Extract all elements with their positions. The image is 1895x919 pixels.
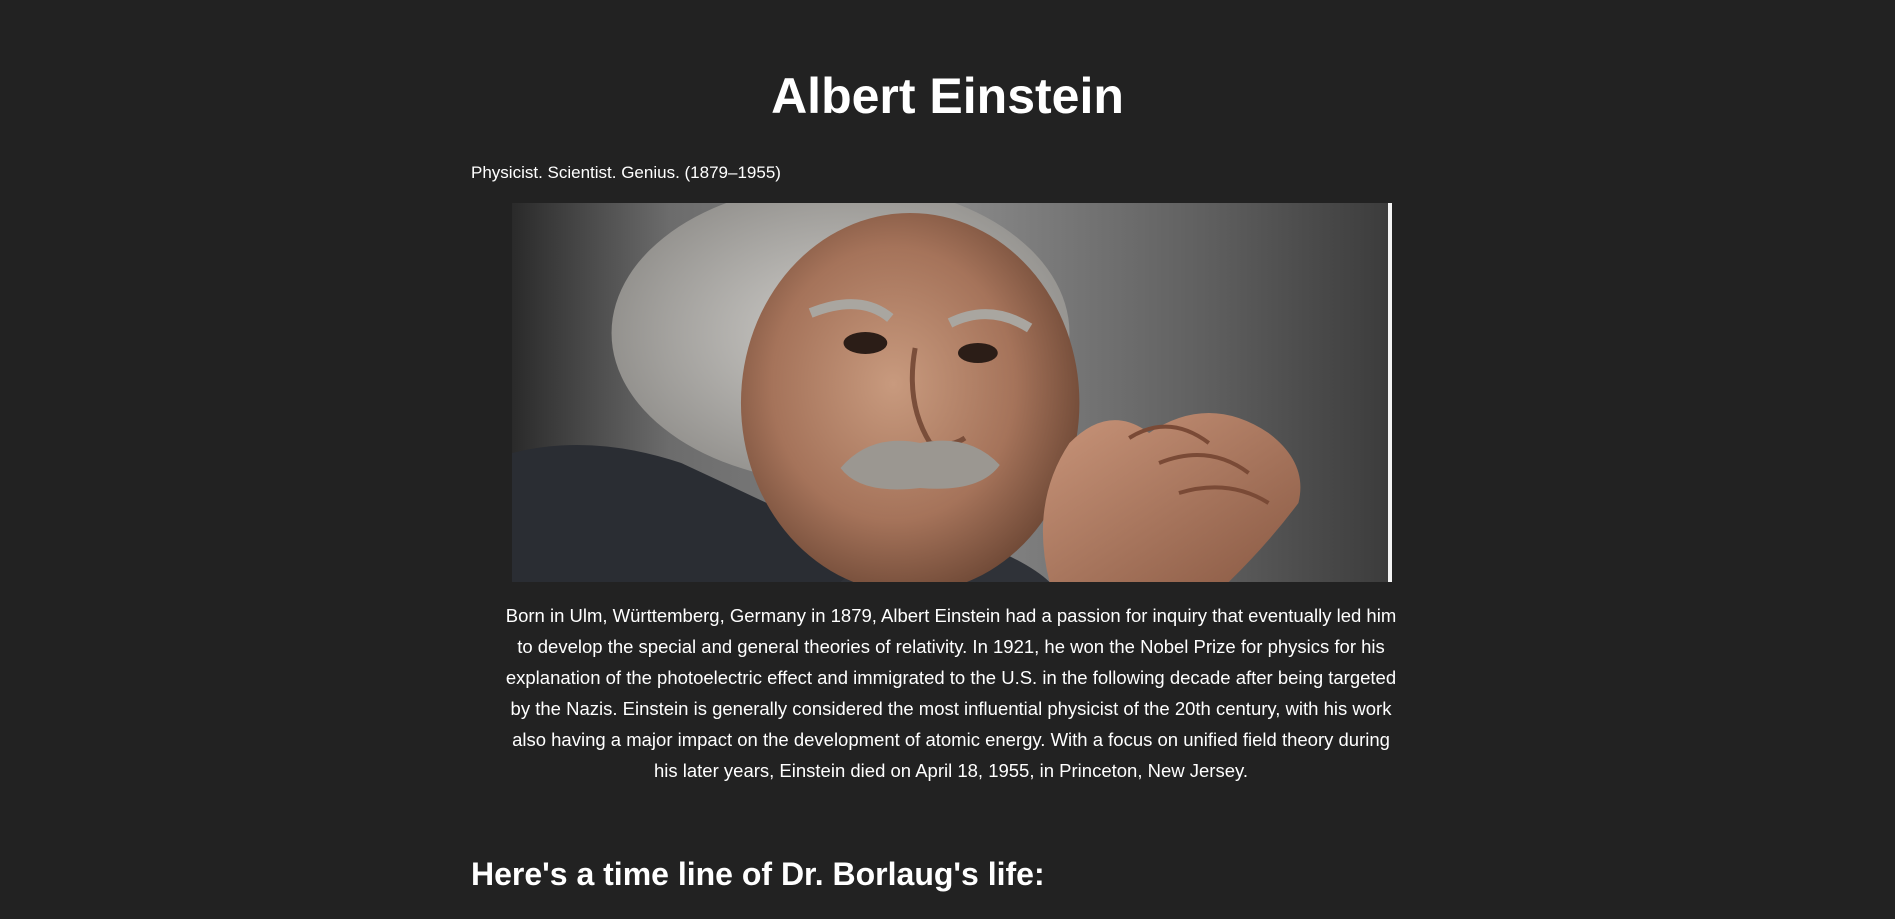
portrait-image <box>512 203 1392 582</box>
timeline-heading: Here's a time line of Dr. Borlaug's life… <box>471 856 1045 892</box>
page-title: Albert Einstein <box>771 68 1124 124</box>
portrait-illustration <box>512 203 1301 582</box>
bio-paragraph: Born in Ulm, Württemberg, Germany in 187… <box>505 605 1397 781</box>
page: Albert Einstein Physicist. Scientist. Ge… <box>0 0 1895 919</box>
tagline: Physicist. Scientist. Genius. (1879–1955… <box>471 163 781 182</box>
